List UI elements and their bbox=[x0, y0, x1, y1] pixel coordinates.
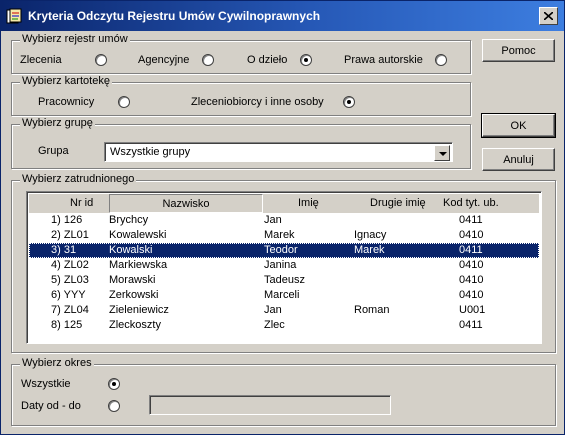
cell-nr-id: 7) ZL04 bbox=[51, 304, 89, 316]
option-o-dzielo-label: O dzieło bbox=[247, 54, 288, 66]
option-agencyjne-label: Agencyjne bbox=[138, 54, 190, 66]
cell-imie: Marceli bbox=[264, 289, 300, 301]
group-select-value: Wszystkie grupy bbox=[110, 146, 191, 158]
cell-nr-id: 5) ZL03 bbox=[51, 274, 89, 286]
table-row[interactable]: 5) ZL03 Morawski Tadeusz 0410 bbox=[29, 273, 539, 288]
cell-imie: Janina bbox=[264, 259, 297, 271]
table-row[interactable]: 8) 125 Zleckoszty Zlec 0411 bbox=[29, 318, 539, 333]
column-header-kod[interactable]: Kod tyt. ub. bbox=[443, 194, 513, 213]
table-row[interactable]: 3) 31 Kowalski Teodor Marek 0411 bbox=[29, 243, 539, 258]
app-icon bbox=[6, 8, 22, 24]
cell-nr-id: 8) 125 bbox=[51, 319, 83, 331]
employee-group-legend: Wybierz zatrudnionego bbox=[20, 173, 137, 185]
cell-drugie-imie: Ignacy bbox=[354, 229, 387, 241]
cell-imie: Zlec bbox=[264, 319, 285, 331]
option-prawa-autorskie-radio[interactable] bbox=[435, 54, 447, 66]
dialog-window: Kryteria Odczytu Rejestru Umów Cywilnopr… bbox=[0, 0, 565, 435]
cell-nazwisko: Zleckoszty bbox=[109, 319, 161, 331]
cell-nr-id: 3) 31 bbox=[51, 244, 77, 256]
close-icon bbox=[544, 12, 553, 20]
option-pracownicy-radio[interactable] bbox=[118, 96, 130, 108]
table-row[interactable]: 7) ZL04 Zieleniewicz Jan Roman U001 bbox=[29, 303, 539, 318]
cell-drugie-imie: Roman bbox=[354, 304, 390, 316]
cell-nazwisko: Zerkowski bbox=[109, 289, 159, 301]
cancel-button[interactable]: Anuluj bbox=[482, 148, 555, 171]
group-selection-legend: Wybierz grupę bbox=[20, 117, 95, 129]
close-button[interactable] bbox=[539, 7, 558, 25]
cell-kod: U001 bbox=[459, 304, 486, 316]
register-group-legend: Wybierz rejestr umów bbox=[20, 33, 130, 45]
table-row[interactable]: 1) 126 Brychcy Jan 0411 bbox=[29, 213, 539, 228]
option-daty-label: Daty od - do bbox=[21, 400, 81, 412]
cell-imie: Marek bbox=[264, 229, 295, 241]
option-pracownicy-label: Pracownicy bbox=[38, 96, 95, 108]
ok-button[interactable]: OK bbox=[481, 113, 556, 138]
window-title: Kryteria Odczytu Rejestru Umów Cywilnopr… bbox=[28, 9, 321, 23]
cell-nr-id: 6) YYY bbox=[51, 289, 86, 301]
option-wszystkie-label: Wszystkie bbox=[21, 378, 71, 390]
option-zlecenia-label: Zlecenia bbox=[20, 54, 62, 66]
option-o-dzielo-radio[interactable] bbox=[300, 54, 312, 66]
group-label: Grupa bbox=[38, 145, 69, 157]
option-prawa-autorskie-label: Prawa autorskie bbox=[344, 54, 423, 66]
cell-nazwisko: Kowalski bbox=[109, 244, 153, 256]
cell-nazwisko: Markiewska bbox=[109, 259, 168, 271]
column-header-nazwisko[interactable]: Nazwisko bbox=[109, 194, 263, 213]
employee-list[interactable]: Nr id Nazwisko Imię Drugie imię Kod tyt.… bbox=[26, 191, 542, 344]
cell-kod: 0411 bbox=[459, 244, 483, 256]
option-agencyjne-radio[interactable] bbox=[202, 54, 214, 66]
table-row[interactable]: 2) ZL01 Kowalewski Marek Ignacy 0410 bbox=[29, 228, 539, 243]
cell-kod: 0411 bbox=[459, 214, 483, 226]
option-daty-radio[interactable] bbox=[108, 400, 120, 412]
cell-kod: 0410 bbox=[459, 274, 484, 286]
title-bar[interactable]: Kryteria Odczytu Rejestru Umów Cywilnopr… bbox=[1, 1, 564, 31]
table-row[interactable]: 4) ZL02 Markiewska Janina 0410 bbox=[29, 258, 539, 273]
group-select[interactable]: Wszystkie grupy bbox=[104, 142, 453, 162]
cell-nazwisko: Kowalewski bbox=[109, 229, 167, 241]
cell-kod: 0410 bbox=[459, 289, 484, 301]
cell-kod: 0410 bbox=[459, 229, 484, 241]
option-zleceniobiorcy-radio[interactable] bbox=[343, 96, 355, 108]
file-group-legend: Wybierz kartotekę bbox=[20, 75, 112, 87]
cell-nr-id: 4) ZL02 bbox=[51, 259, 89, 271]
cell-imie: Tadeusz bbox=[264, 274, 305, 286]
list-rows: 1) 126 Brychcy Jan 0411 2) ZL01 Kowalewski Mar… bbox=[29, 213, 539, 333]
chevron-down-icon[interactable] bbox=[434, 145, 450, 161]
cell-imie: Teodor bbox=[264, 244, 298, 256]
date-range-field[interactable] bbox=[149, 395, 391, 415]
cell-nazwisko: Morawski bbox=[109, 274, 156, 286]
column-header-imie[interactable]: Imię bbox=[298, 194, 338, 213]
cell-nazwisko: Brychcy bbox=[109, 214, 149, 226]
cell-drugie-imie: Marek bbox=[354, 244, 385, 256]
option-zlecenia-radio[interactable] bbox=[95, 54, 107, 66]
cell-nr-id: 1) 126 bbox=[51, 214, 83, 226]
list-header: Nr id Nazwisko Imię Drugie imię Kod tyt.… bbox=[29, 194, 539, 213]
table-row[interactable]: 6) YYY Zerkowski Marceli 0410 bbox=[29, 288, 539, 303]
help-button[interactable]: Pomoc bbox=[482, 39, 555, 62]
cell-imie: Jan bbox=[264, 304, 282, 316]
cell-nr-id: 2) ZL01 bbox=[51, 229, 89, 241]
column-header-drugie-imie[interactable]: Drugie imię bbox=[370, 194, 430, 213]
cell-nazwisko: Zieleniewicz bbox=[109, 304, 169, 316]
option-zleceniobiorcy-label: Zleceniobiorcy i inne osoby bbox=[191, 96, 324, 108]
option-wszystkie-radio[interactable] bbox=[108, 378, 120, 390]
cell-imie: Jan bbox=[264, 214, 282, 226]
cell-kod: 0410 bbox=[459, 259, 484, 271]
cell-kod: 0411 bbox=[459, 319, 483, 331]
period-group-legend: Wybierz okres bbox=[20, 357, 94, 369]
